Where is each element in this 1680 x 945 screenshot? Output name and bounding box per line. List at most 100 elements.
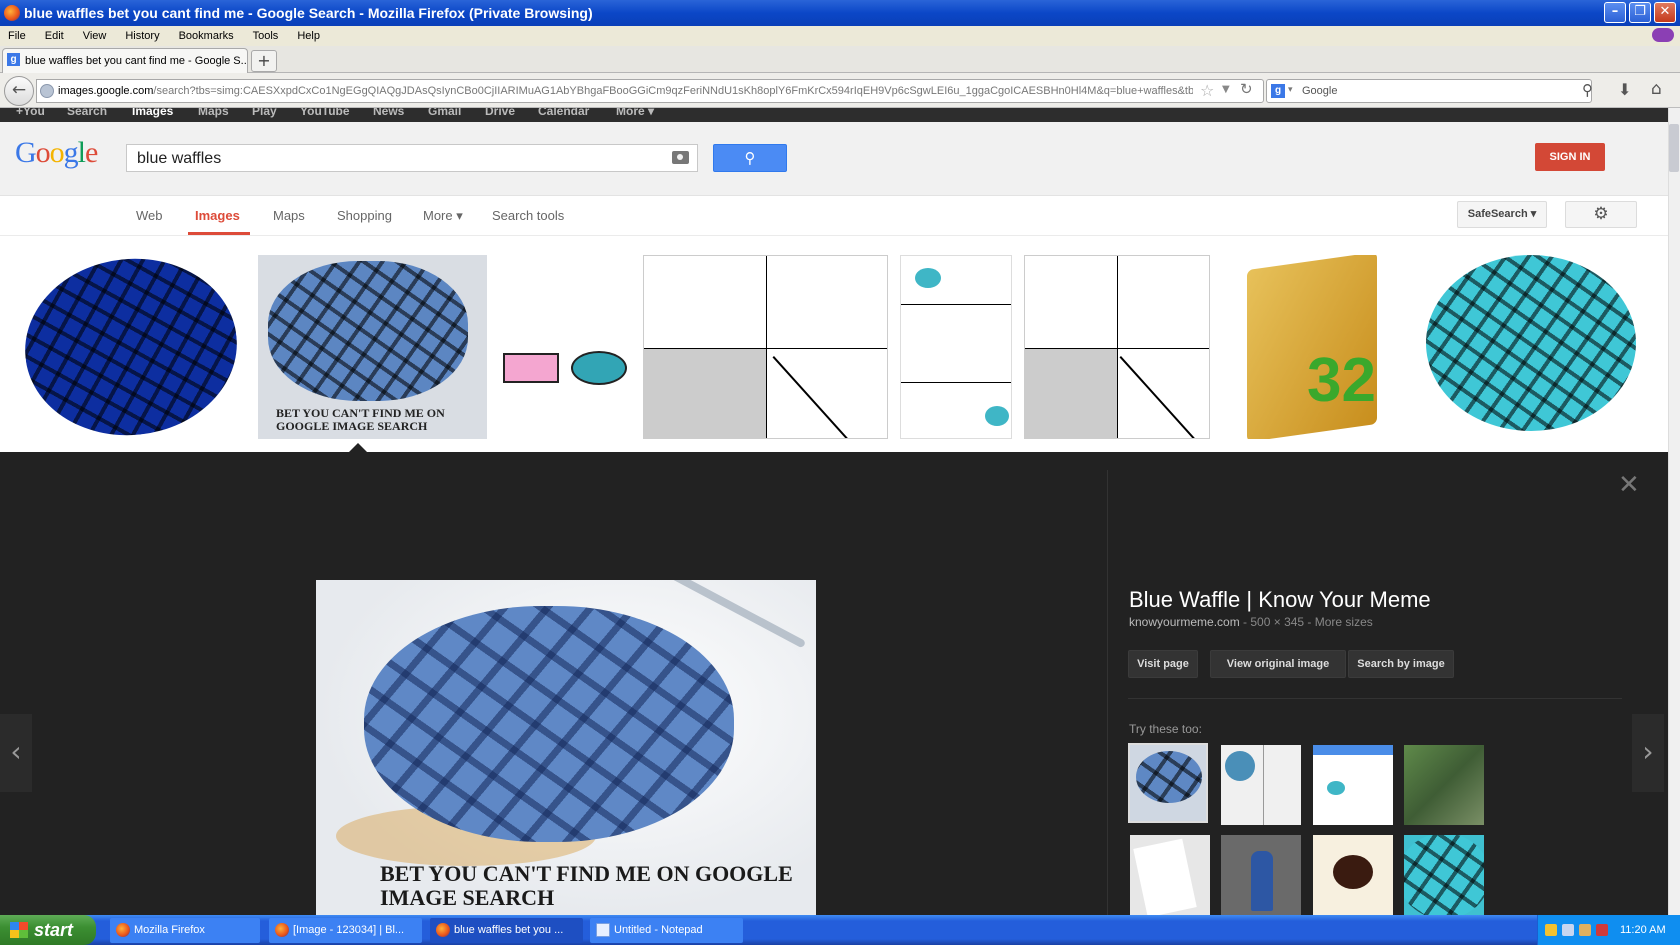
google-search-button[interactable]: ⚲: [713, 144, 787, 172]
result-site[interactable]: knowyourmeme.com: [1129, 615, 1240, 629]
firefox-icon: [436, 923, 450, 937]
bookmark-star-icon[interactable]: ☆: [1200, 81, 1214, 100]
firefox-icon: [116, 923, 130, 937]
image-result[interactable]: [643, 255, 888, 439]
related-image[interactable]: [1404, 835, 1484, 915]
image-result[interactable]: [1418, 255, 1647, 439]
sign-in-button[interactable]: SIGN IN: [1535, 143, 1605, 171]
close-icon[interactable]: ✕: [1618, 470, 1640, 500]
google-logo[interactable]: Google: [15, 136, 98, 170]
url-domain: images.google.com: [58, 85, 154, 97]
restore-button[interactable]: ❐: [1629, 2, 1651, 23]
safesearch-button[interactable]: SafeSearch ▾: [1457, 201, 1547, 228]
image-result[interactable]: [17, 255, 246, 439]
image-result[interactable]: [900, 255, 1012, 439]
menu-edit[interactable]: Edit: [45, 30, 64, 42]
gbar-maps[interactable]: Maps: [198, 108, 229, 118]
gbar-calendar[interactable]: Calendar: [538, 108, 589, 118]
tab-more[interactable]: More ▾: [423, 208, 463, 224]
tab-images[interactable]: Images: [195, 208, 240, 223]
related-image[interactable]: [1128, 743, 1208, 823]
image-result-selected[interactable]: BET YOU CAN'T FIND ME ON GOOGLE IMAGE SE…: [258, 255, 487, 439]
related-image[interactable]: [1221, 835, 1301, 915]
close-window-button[interactable]: ✕: [1654, 2, 1676, 23]
gbar-gmail[interactable]: Gmail: [428, 108, 461, 118]
gbar-more[interactable]: More ▾: [616, 108, 654, 118]
task-firefox[interactable]: Mozilla Firefox: [110, 918, 260, 943]
minimize-button[interactable]: –: [1604, 2, 1626, 23]
shield-icon[interactable]: [1545, 924, 1557, 936]
search-tabs: [0, 196, 1668, 236]
panel-divider: [1107, 470, 1108, 915]
blue-waffle-image: [1136, 751, 1202, 803]
security-icon[interactable]: [1596, 924, 1608, 936]
preview-image[interactable]: BET YOU CAN'T FIND ME ON GOOGLE IMAGE SE…: [316, 580, 816, 915]
new-tab-button[interactable]: +: [251, 50, 277, 72]
reload-icon[interactable]: ↻: [1240, 80, 1253, 98]
task-label: Untitled - Notepad: [614, 924, 703, 936]
network-icon[interactable]: [1562, 924, 1574, 936]
download-icon[interactable]: ⬇: [1618, 80, 1631, 99]
gbar-images[interactable]: Images: [132, 108, 173, 118]
task-firefox-image[interactable]: [Image - 123034] | Bl...: [269, 918, 422, 943]
view-original-button[interactable]: View original image: [1210, 650, 1346, 678]
image-result[interactable]: [499, 301, 631, 393]
image-result[interactable]: 32: [1221, 255, 1406, 439]
search-engine-icon[interactable]: g: [1271, 84, 1285, 98]
teal-waffle-image: [1426, 255, 1636, 431]
browser-search-placeholder[interactable]: Google: [1302, 85, 1337, 97]
scrollbar[interactable]: [1668, 108, 1680, 915]
gear-icon[interactable]: ⚙: [1565, 201, 1637, 228]
menu-history[interactable]: History: [125, 30, 159, 42]
result-size: - 500 × 345 - More sizes: [1239, 615, 1373, 629]
google-bar: +You Search Images Maps Play YouTube New…: [0, 108, 1668, 122]
related-image[interactable]: [1313, 835, 1393, 915]
visit-page-button[interactable]: Visit page: [1128, 650, 1198, 678]
comic-line: [772, 356, 875, 438]
back-arrow-icon[interactable]: ←: [4, 76, 34, 106]
gbar-search[interactable]: Search: [67, 108, 107, 118]
gbar-youtube[interactable]: YouTube: [300, 108, 350, 118]
search-icon[interactable]: ⚲: [1582, 81, 1593, 99]
menu-view[interactable]: View: [83, 30, 107, 42]
result-title[interactable]: Blue Waffle | Know Your Meme: [1129, 587, 1431, 613]
tab-web[interactable]: Web: [136, 208, 163, 223]
clock[interactable]: 11:20 AM: [1620, 924, 1666, 936]
gbar-news[interactable]: News: [373, 108, 404, 118]
camera-icon[interactable]: [672, 151, 689, 164]
url-dropdown-icon[interactable]: ▼: [1222, 84, 1230, 95]
task-notepad[interactable]: Untitled - Notepad: [590, 918, 743, 943]
image-result[interactable]: [1024, 255, 1210, 439]
search-by-image-button[interactable]: Search by image: [1348, 650, 1454, 678]
window-title-bar[interactable]: blue waffles bet you cant find me - Goog…: [0, 0, 1680, 26]
logo-letter: e: [85, 136, 98, 169]
related-image[interactable]: [1404, 745, 1484, 825]
url-text[interactable]: images.google.com/search?tbs=simg:CAESXx…: [58, 85, 1193, 97]
tab-maps[interactable]: Maps: [273, 208, 305, 223]
menu-file[interactable]: File: [8, 30, 26, 42]
related-image[interactable]: [1221, 745, 1301, 825]
box-icon[interactable]: [1579, 924, 1591, 936]
nyan-cat-image: [503, 353, 559, 383]
waffle-cat-image: [571, 351, 627, 385]
comic-line: [1119, 356, 1202, 438]
related-image[interactable]: [1313, 745, 1393, 825]
menu-help[interactable]: Help: [297, 30, 320, 42]
menu-tools[interactable]: Tools: [253, 30, 279, 42]
gbar-play[interactable]: Play: [252, 108, 277, 118]
search-engine-dropdown-icon[interactable]: ▾: [1288, 85, 1293, 95]
home-icon[interactable]: ⌂: [1651, 79, 1662, 99]
tab-search-tools[interactable]: Search tools: [492, 208, 564, 223]
scrollbar-thumb[interactable]: [1669, 124, 1679, 172]
browser-tab[interactable]: blue waffles bet you cant find me - Goog…: [2, 48, 248, 73]
chevron-left-icon[interactable]: ‹: [0, 714, 32, 792]
search-query-text[interactable]: blue waffles: [137, 150, 221, 168]
site-identity-icon[interactable]: [40, 84, 54, 98]
gbar-drive[interactable]: Drive: [485, 108, 515, 118]
task-firefox-active[interactable]: blue waffles bet you ...: [430, 918, 583, 943]
tab-shopping[interactable]: Shopping: [337, 208, 392, 223]
chevron-right-icon[interactable]: ›: [1632, 714, 1664, 792]
gbar-plus-you[interactable]: +You: [16, 108, 45, 118]
menu-bookmarks[interactable]: Bookmarks: [179, 30, 234, 42]
related-image[interactable]: [1130, 835, 1210, 915]
